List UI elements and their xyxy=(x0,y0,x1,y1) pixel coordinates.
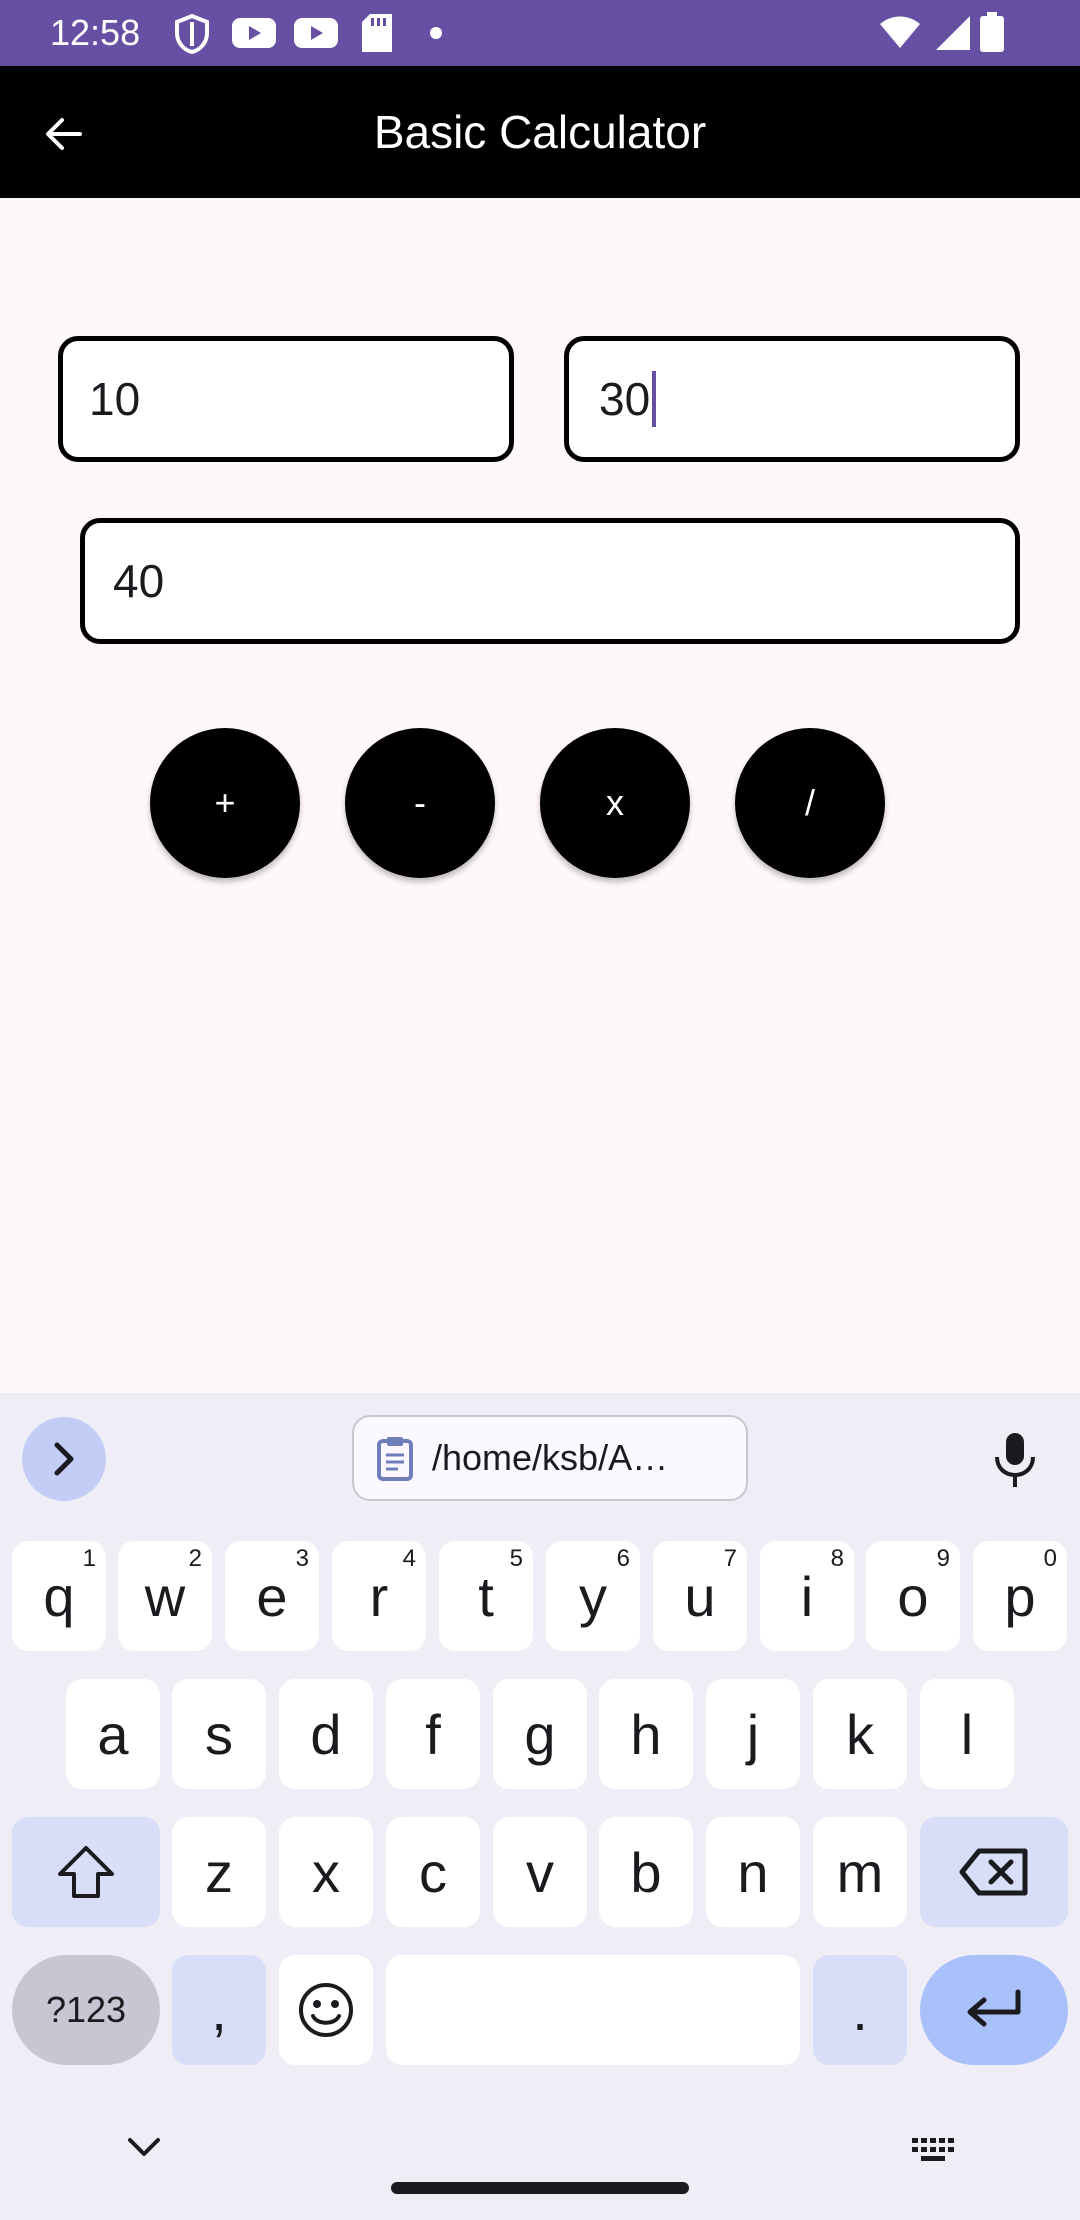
first-number-value: 10 xyxy=(89,373,141,425)
key-p[interactable]: p0 xyxy=(973,1541,1067,1651)
battery-icon xyxy=(980,12,1004,52)
key-i[interactable]: i8 xyxy=(760,1541,854,1651)
result-field[interactable]: 40 xyxy=(80,518,1020,644)
key-b[interactable]: b xyxy=(599,1817,693,1927)
enter-key[interactable] xyxy=(920,1955,1068,2065)
clipboard-icon xyxy=(377,1437,413,1481)
clipboard-suggestion[interactable]: /home/ksb/A… xyxy=(352,1415,748,1501)
wifi-icon xyxy=(880,16,920,48)
shield-icon xyxy=(175,14,209,54)
first-number-field[interactable]: 10 xyxy=(58,336,514,462)
result-value: 40 xyxy=(113,555,165,607)
signal-icon xyxy=(936,16,970,50)
keyboard-switch-icon[interactable] xyxy=(912,2138,956,2166)
key-f[interactable]: f xyxy=(386,1679,480,1789)
status-bar: 12:58 xyxy=(0,0,1080,66)
add-button[interactable]: + xyxy=(150,728,300,878)
hide-keyboard-chevron-icon[interactable] xyxy=(126,2136,162,2158)
clipboard-text: /home/ksb/A… xyxy=(432,1437,669,1478)
key-v[interactable]: v xyxy=(493,1817,587,1927)
chevron-right-icon xyxy=(54,1442,74,1476)
key-z[interactable]: z xyxy=(172,1817,266,1927)
expand-toolbar-button[interactable] xyxy=(22,1417,106,1501)
emoji-key[interactable] xyxy=(279,1955,373,2065)
key-r[interactable]: r4 xyxy=(332,1541,426,1651)
key-u[interactable]: u7 xyxy=(653,1541,747,1651)
soft-keyboard: /home/ksb/A… q1 w2 e3 r4 t5 y6 u7 i8 o9 … xyxy=(0,1393,1080,2220)
divide-button[interactable]: / xyxy=(735,728,885,878)
home-gesture-bar[interactable] xyxy=(391,2182,689,2194)
youtube-icon xyxy=(294,18,338,48)
backspace-key[interactable] xyxy=(920,1817,1068,1927)
subtract-button[interactable]: - xyxy=(345,728,495,878)
key-c[interactable]: c xyxy=(386,1817,480,1927)
second-number-value: 30 xyxy=(599,373,651,425)
period-key[interactable]: . xyxy=(813,1955,907,2065)
space-key[interactable] xyxy=(386,1955,800,2065)
page-title: Basic Calculator xyxy=(373,106,707,158)
symbols-key[interactable]: ?123 xyxy=(12,1955,160,2065)
key-t[interactable]: t5 xyxy=(439,1541,533,1651)
key-x[interactable]: x xyxy=(279,1817,373,1927)
key-n[interactable]: n xyxy=(706,1817,800,1927)
key-h[interactable]: h xyxy=(599,1679,693,1789)
key-l[interactable]: l xyxy=(920,1679,1014,1789)
shift-icon xyxy=(58,1846,114,1898)
key-o[interactable]: o9 xyxy=(866,1541,960,1651)
comma-key[interactable]: , xyxy=(172,1955,266,2065)
backspace-icon xyxy=(959,1848,1028,1896)
key-y[interactable]: y6 xyxy=(546,1541,640,1651)
key-j[interactable]: j xyxy=(706,1679,800,1789)
multiply-button[interactable]: x xyxy=(540,728,690,878)
youtube-icon xyxy=(232,18,276,48)
microphone-icon[interactable] xyxy=(992,1431,1038,1489)
key-k[interactable]: k xyxy=(813,1679,907,1789)
enter-icon xyxy=(967,1989,1021,2027)
key-q[interactable]: q1 xyxy=(12,1541,106,1651)
status-time: 12:58 xyxy=(50,12,141,53)
sd-card-icon xyxy=(362,14,392,52)
shift-key[interactable] xyxy=(12,1817,160,1927)
key-e[interactable]: e3 xyxy=(225,1541,319,1651)
key-a[interactable]: a xyxy=(66,1679,160,1789)
app-bar: Basic Calculator xyxy=(0,66,1080,198)
notification-dot-icon xyxy=(430,27,442,39)
key-s[interactable]: s xyxy=(172,1679,266,1789)
emoji-icon xyxy=(299,1983,353,2037)
second-number-field[interactable]: 30 xyxy=(564,336,1020,462)
key-w[interactable]: w2 xyxy=(118,1541,212,1651)
key-m[interactable]: m xyxy=(813,1817,907,1927)
key-g[interactable]: g xyxy=(493,1679,587,1789)
key-d[interactable]: d xyxy=(279,1679,373,1789)
text-cursor xyxy=(652,371,657,427)
